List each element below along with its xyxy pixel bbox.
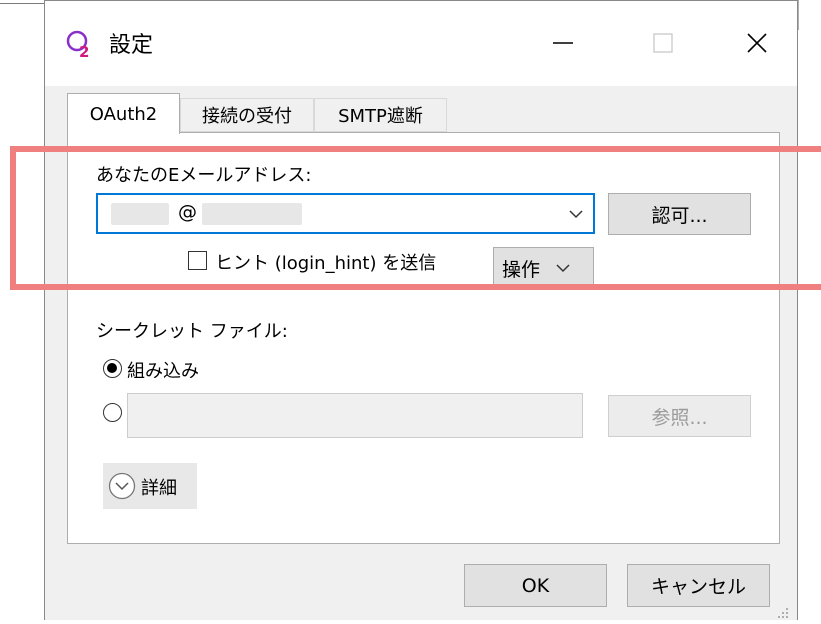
backdrop-line: [0, 3, 44, 4]
secret-file-path-input: [127, 393, 583, 438]
action-button-label: 操作: [502, 258, 541, 281]
tab-smtp-block[interactable]: SMTP遮断: [314, 98, 447, 132]
chevron-down-icon[interactable]: [567, 205, 585, 223]
browse-button: 参照...: [608, 395, 751, 437]
ok-button[interactable]: OK: [464, 564, 607, 607]
redacted-text: [202, 203, 302, 225]
maximize-button: [623, 21, 703, 65]
window-title: 設定: [109, 33, 154, 58]
chevron-down-icon: [556, 264, 570, 273]
app-q2-icon: 2: [65, 27, 99, 61]
email-at-sign: @: [178, 201, 197, 223]
custom-file-radio[interactable]: [103, 403, 122, 422]
close-icon: [747, 33, 767, 53]
cancel-button[interactable]: キャンセル: [627, 564, 770, 607]
close-button[interactable]: [717, 21, 797, 65]
details-label: 詳細: [141, 478, 177, 499]
radio-selected-dot: [107, 363, 117, 373]
svg-text:2: 2: [79, 43, 89, 61]
email-combobox[interactable]: @: [96, 193, 595, 234]
tab-oauth2[interactable]: OAuth2: [67, 93, 180, 134]
resize-grip-icon[interactable]: [775, 602, 789, 618]
minimize-icon: [553, 42, 573, 44]
authorize-button[interactable]: 認可...: [608, 193, 751, 235]
builtin-radio[interactable]: [103, 359, 122, 378]
login-hint-label: ヒント (login_hint) を送信: [215, 253, 437, 274]
maximize-icon: [653, 33, 673, 53]
backdrop-line: [798, 0, 799, 30]
tab-accept-connections[interactable]: 接続の受付: [180, 98, 314, 132]
secret-file-label: シークレット ファイル:: [96, 321, 288, 342]
email-label: あなたのEメールアドレス:: [96, 165, 312, 186]
minimize-button[interactable]: [523, 21, 603, 65]
action-dropdown-button[interactable]: 操作: [493, 247, 594, 289]
builtin-radio-label: 組み込み: [127, 361, 199, 382]
redacted-text: [111, 203, 169, 225]
details-expander[interactable]: 詳細: [103, 463, 197, 509]
settings-dialog: 2 設定 OAuth2 接続の受付 SMTP遮断 あなたのEメールアドレス: @…: [44, 0, 798, 620]
title-bar: 2 設定: [45, 1, 797, 86]
chevron-circle-down-icon: [108, 472, 136, 500]
login-hint-checkbox[interactable]: [188, 251, 207, 270]
